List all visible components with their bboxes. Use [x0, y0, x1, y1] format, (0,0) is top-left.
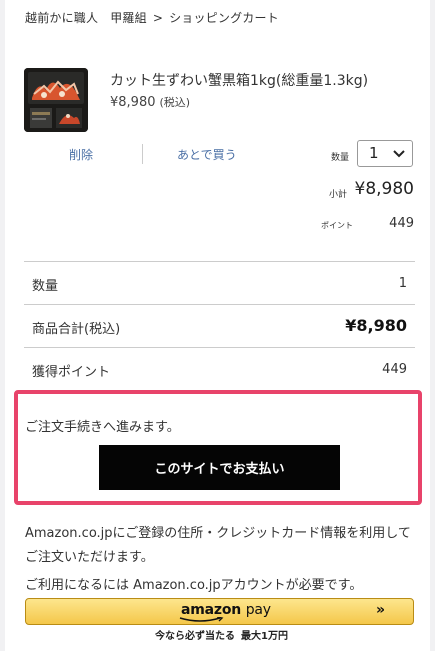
points-label: ポイント: [321, 221, 353, 230]
amazon-logo-text: amazon: [181, 602, 242, 618]
breadcrumb-separator: >: [152, 11, 164, 25]
summary-points-value: 449: [382, 362, 407, 377]
tax-note: (税込): [159, 96, 191, 109]
divider: [142, 144, 143, 164]
summary-row-points: 獲得ポイント 449: [24, 347, 415, 390]
summary-row-quantity: 数量 1: [24, 261, 415, 304]
promo-text-2: 最大1万円: [241, 631, 288, 642]
pay-on-site-button[interactable]: このサイトでお支払い: [99, 445, 340, 490]
summary-row-total: 商品合計(税込) ¥8,980: [24, 304, 415, 347]
save-for-later-button[interactable]: あとで買う: [177, 146, 237, 163]
product-name[interactable]: カット生ずわい蟹黒箱1kg(総重量1.3kg): [110, 70, 368, 90]
quantity-label: 数量: [331, 153, 350, 163]
amazon-promo: 今なら必ず当たる 最大1万円: [155, 627, 288, 642]
quantity-value: 1: [369, 144, 379, 162]
pay-logo-text: pay: [245, 602, 271, 618]
subtotal-label: 小計: [329, 190, 348, 200]
order-summary: 数量 1 商品合計(税込) ¥8,980 獲得ポイント 449: [24, 261, 415, 390]
breadcrumb-store[interactable]: 甲羅組: [110, 11, 147, 25]
product-price: ¥8,980 (税込): [110, 94, 190, 110]
double-chevron-icon: »: [375, 602, 385, 618]
product-thumbnail[interactable]: [24, 68, 88, 132]
summary-qty-label: 数量: [32, 279, 59, 294]
summary-total-value: ¥8,980: [345, 316, 407, 335]
breadcrumb-shop[interactable]: 越前かに職人: [25, 11, 98, 25]
breadcrumb-current: ショッピングカート: [169, 11, 279, 25]
amazon-smile-icon: [179, 617, 224, 622]
summary-points-label: 獲得ポイント: [32, 365, 111, 380]
amazon-pay-logo: amazon pay: [181, 602, 271, 618]
quantity-select[interactable]: 1: [357, 140, 413, 167]
points-value: 449: [389, 216, 414, 231]
chevron-down-icon: [393, 150, 405, 158]
product-price-value: ¥8,980: [110, 95, 156, 110]
delete-button[interactable]: 削除: [69, 146, 93, 163]
amazon-pay-button[interactable]: amazon pay »: [25, 598, 414, 625]
cart-page: 越前かに職人 甲羅組 > ショッピングカート カット生ずわい蟹黒箱1kg(総重量1.3…: [5, 0, 430, 651]
subtotal-value: ¥8,980: [354, 179, 414, 199]
promo-text-1: 今なら必ず当たる: [155, 631, 235, 642]
amazon-account-note: ご利用になるには Amazon.co.jpアカウントが必要です。: [25, 578, 363, 593]
amazon-pay-description: Amazon.co.jpにご登録の住所・クレジットカード情報を利用してご注文いた…: [25, 526, 411, 565]
proceed-text: ご注文手続きへ進みます。: [25, 420, 180, 435]
summary-qty-value: 1: [398, 276, 407, 291]
breadcrumb: 越前かに職人 甲羅組 > ショッピングカート: [25, 9, 279, 26]
summary-total-label: 商品合計(税込): [32, 322, 121, 337]
